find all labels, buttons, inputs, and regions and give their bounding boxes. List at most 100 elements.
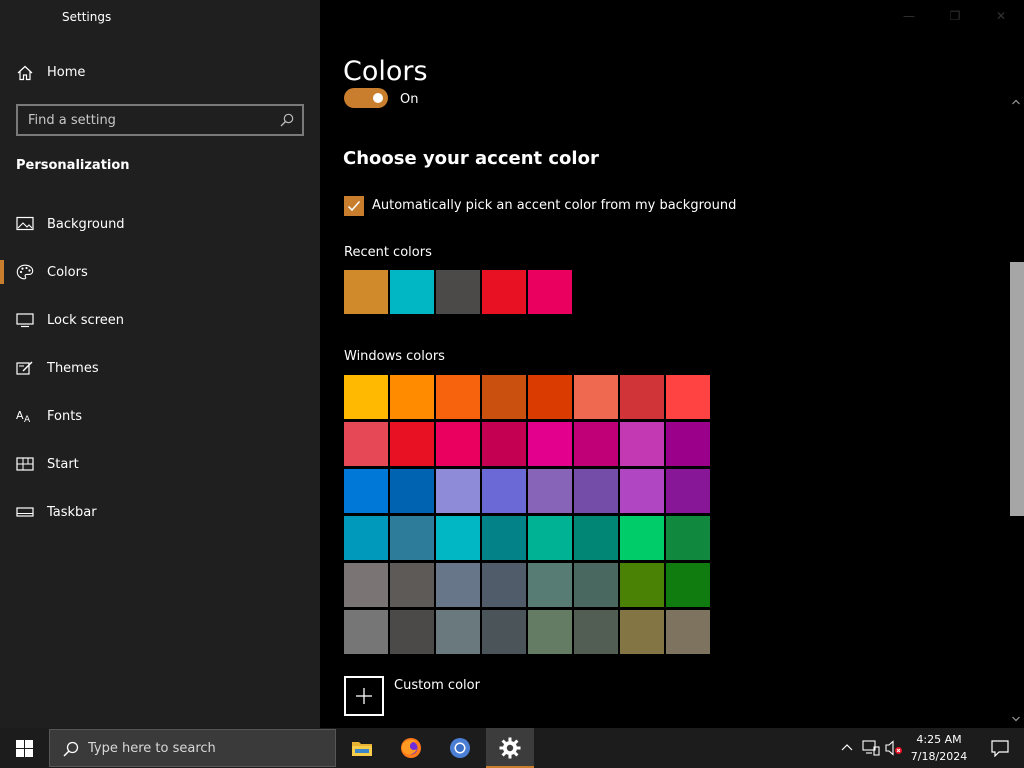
windows-color-swatch[interactable] — [528, 610, 572, 654]
windows-color-swatch[interactable] — [344, 516, 388, 560]
taskbar-chromium[interactable] — [436, 728, 484, 768]
sidebar-item-label: Lock screen — [47, 313, 124, 328]
windows-color-swatch[interactable] — [390, 375, 434, 419]
windows-color-swatch[interactable] — [574, 563, 618, 607]
recent-color-swatch[interactable] — [528, 270, 572, 314]
sidebar-item-home[interactable]: Home — [0, 56, 320, 90]
sidebar-item-lock-screen[interactable]: Lock screen — [0, 296, 320, 344]
tray-volume[interactable] — [884, 728, 904, 768]
windows-color-swatch[interactable] — [344, 610, 388, 654]
windows-color-swatch[interactable] — [482, 563, 526, 607]
windows-color-swatch[interactable] — [390, 610, 434, 654]
recent-color-swatch[interactable] — [482, 270, 526, 314]
custom-color-button[interactable] — [344, 676, 384, 716]
windows-color-swatch[interactable] — [390, 422, 434, 466]
search-box[interactable] — [16, 104, 304, 136]
windows-color-swatch[interactable] — [620, 422, 664, 466]
scroll-down-icon[interactable] — [1011, 714, 1021, 724]
taskbar-settings[interactable] — [486, 728, 534, 768]
sidebar-item-fonts[interactable]: AA Fonts — [0, 392, 320, 440]
windows-color-swatch[interactable] — [482, 610, 526, 654]
recent-color-swatch[interactable] — [436, 270, 480, 314]
windows-color-swatch[interactable] — [528, 422, 572, 466]
taskbar-search[interactable]: Type here to search — [49, 729, 336, 767]
windows-color-swatch[interactable] — [574, 422, 618, 466]
windows-color-swatch[interactable] — [436, 422, 480, 466]
scroll-thumb[interactable] — [1010, 262, 1024, 516]
windows-color-swatch[interactable] — [436, 516, 480, 560]
minimize-button[interactable]: — — [886, 0, 932, 32]
tray-clock[interactable]: 4:25 AM 7/18/2024 — [904, 731, 974, 765]
scrollbar[interactable] — [1008, 96, 1024, 728]
sidebar: Settings Home Personalization Background… — [0, 0, 320, 728]
windows-color-swatch[interactable] — [344, 563, 388, 607]
windows-color-swatch[interactable] — [620, 375, 664, 419]
search-input[interactable] — [18, 106, 268, 134]
sidebar-item-themes[interactable]: Themes — [0, 344, 320, 392]
sidebar-item-label: Start — [47, 457, 79, 472]
windows-color-swatch[interactable] — [666, 563, 710, 607]
windows-color-swatch[interactable] — [574, 516, 618, 560]
transparency-toggle[interactable] — [344, 88, 388, 108]
windows-color-swatch[interactable] — [344, 469, 388, 513]
windows-color-swatch[interactable] — [666, 375, 710, 419]
sidebar-item-taskbar[interactable]: Taskbar — [0, 488, 320, 536]
windows-color-swatch[interactable] — [666, 516, 710, 560]
windows-color-swatch[interactable] — [436, 563, 480, 607]
main-content: — ❐ ✕ Colors On Choose your accent color… — [320, 0, 1024, 728]
taskbar-firefox[interactable] — [387, 728, 435, 768]
custom-color-label[interactable]: Custom color — [394, 678, 480, 693]
windows-color-swatch[interactable] — [482, 422, 526, 466]
windows-color-swatch[interactable] — [390, 469, 434, 513]
windows-color-swatch[interactable] — [528, 516, 572, 560]
search-icon — [63, 741, 79, 757]
tray-network[interactable] — [860, 728, 882, 768]
chevron-up-icon — [841, 744, 853, 751]
search-icon[interactable] — [279, 112, 295, 128]
themes-icon — [16, 360, 34, 376]
windows-color-swatch[interactable] — [344, 422, 388, 466]
windows-color-swatch[interactable] — [436, 610, 480, 654]
tray-overflow-button[interactable] — [838, 728, 856, 768]
windows-color-swatch[interactable] — [666, 422, 710, 466]
close-button[interactable]: ✕ — [978, 0, 1024, 32]
sidebar-item-start[interactable]: Start — [0, 440, 320, 488]
action-center-button[interactable] — [976, 728, 1024, 768]
windows-color-swatch[interactable] — [390, 563, 434, 607]
windows-color-swatch[interactable] — [436, 469, 480, 513]
windows-colors-label: Windows colors — [344, 349, 445, 364]
folder-icon — [352, 742, 372, 756]
windows-color-swatch[interactable] — [666, 610, 710, 654]
windows-color-swatch[interactable] — [528, 563, 572, 607]
windows-color-swatch[interactable] — [482, 516, 526, 560]
sidebar-item-colors[interactable]: Colors — [0, 248, 320, 296]
auto-accent-checkbox[interactable] — [344, 196, 364, 216]
taskbar: Type here to search 4:25 AM 7/18/2024 — [0, 728, 1024, 768]
start-button[interactable] — [0, 728, 48, 768]
windows-color-swatch[interactable] — [528, 375, 572, 419]
windows-color-swatch[interactable] — [482, 375, 526, 419]
windows-color-swatch[interactable] — [620, 610, 664, 654]
recent-color-swatch[interactable] — [344, 270, 388, 314]
auto-accent-label[interactable]: Automatically pick an accent color from … — [372, 198, 736, 213]
windows-color-swatch[interactable] — [620, 516, 664, 560]
chromium-icon — [450, 738, 470, 758]
taskbar-file-explorer[interactable] — [338, 728, 386, 768]
sidebar-item-background[interactable]: Background — [0, 200, 320, 248]
windows-color-swatch[interactable] — [436, 375, 480, 419]
windows-color-swatch[interactable] — [390, 516, 434, 560]
recent-color-swatch[interactable] — [390, 270, 434, 314]
windows-color-swatch[interactable] — [666, 469, 710, 513]
windows-color-swatch[interactable] — [574, 469, 618, 513]
scroll-up-icon[interactable] — [1011, 97, 1021, 107]
windows-color-swatch[interactable] — [528, 469, 572, 513]
windows-color-swatch[interactable] — [574, 610, 618, 654]
windows-color-swatch[interactable] — [574, 375, 618, 419]
home-icon — [16, 64, 34, 82]
svg-text:A: A — [16, 409, 24, 422]
windows-color-swatch[interactable] — [344, 375, 388, 419]
windows-color-swatch[interactable] — [482, 469, 526, 513]
windows-color-swatch[interactable] — [620, 469, 664, 513]
maximize-button[interactable]: ❐ — [932, 0, 978, 32]
windows-color-swatch[interactable] — [620, 563, 664, 607]
